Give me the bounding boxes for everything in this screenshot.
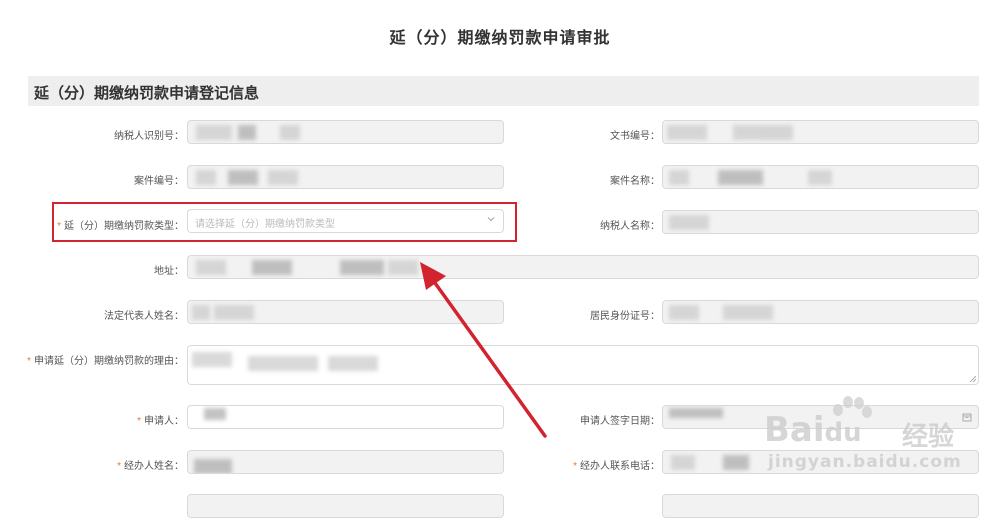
redacted-text [808, 170, 832, 185]
required-asterisk: * [573, 461, 577, 472]
redacted-text [733, 125, 793, 140]
redacted-text [252, 260, 292, 275]
redacted-text [194, 459, 232, 473]
taxpayer-name-field[interactable] [662, 210, 979, 234]
redacted-text [248, 356, 318, 371]
handler-name-label: * 经办人姓名： [117, 457, 184, 472]
redacted-text [718, 170, 763, 185]
redacted-text [228, 170, 258, 185]
case-no-field[interactable] [187, 165, 504, 189]
reason-textarea[interactable] [187, 345, 979, 385]
handler-phone-label: * 经办人联系电话： [573, 457, 660, 472]
reason-label: * 申请延（分）期缴纳罚款的理由： [27, 352, 184, 367]
applicant-label: * 申请人： [137, 412, 184, 427]
section-title: 延（分）期缴纳罚款申请登记信息 [34, 85, 260, 102]
reason-label-text: 申请延（分）期缴纳罚款的理由： [34, 356, 184, 367]
legal-rep-field[interactable] [187, 300, 504, 324]
taxpayer-id-label: 纳税人识别号： [114, 131, 184, 142]
redacted-text [671, 455, 695, 470]
resize-handle-icon[interactable] [969, 375, 976, 382]
redacted-text [669, 305, 699, 320]
redacted-text [723, 305, 773, 320]
case-no-label: 案件编号： [134, 176, 184, 187]
document-no-field[interactable] [662, 120, 979, 144]
applicant-field[interactable] [187, 405, 504, 429]
legal-rep-label: 法定代表人姓名： [104, 311, 184, 322]
handler-name-field[interactable] [187, 450, 504, 474]
redacted-text [388, 260, 418, 275]
section-header: 延（分）期缴纳罚款申请登记信息 [28, 76, 979, 106]
case-name-label: 案件名称： [610, 176, 660, 187]
resident-id-field[interactable] [662, 300, 979, 324]
watermark-url: jingyan.baidu.com [768, 452, 962, 472]
redacted-text [204, 408, 226, 420]
redacted-text [669, 215, 709, 230]
redacted-text [328, 356, 378, 371]
redacted-text [238, 125, 256, 140]
handler-name-label-text: 经办人姓名： [124, 461, 184, 472]
redacted-text [669, 408, 723, 418]
redacted-text [192, 305, 210, 320]
partial-field[interactable] [662, 494, 979, 518]
partial-field[interactable] [187, 494, 504, 518]
redacted-text [268, 170, 298, 185]
address-field[interactable] [187, 255, 979, 279]
redacted-text [723, 455, 749, 470]
watermark-brand: Baidu [764, 410, 862, 450]
redacted-text [214, 305, 254, 320]
document-no-label: 文书编号： [610, 131, 660, 142]
page-title: 延（分）期缴纳罚款申请审批 [389, 30, 611, 47]
address-label: 地址： [154, 266, 184, 277]
redacted-text [192, 352, 232, 367]
taxpayer-id-field[interactable] [187, 120, 504, 144]
redacted-text [340, 260, 384, 275]
watermark-cn: 经验 [902, 422, 955, 452]
redacted-text [667, 125, 707, 140]
highlight-box [52, 202, 517, 242]
applicant-sign-date-label: 申请人签字日期： [580, 416, 660, 427]
case-name-field[interactable] [662, 165, 979, 189]
required-asterisk: * [117, 461, 121, 472]
handler-phone-label-text: 经办人联系电话： [580, 461, 660, 472]
resident-id-label: 居民身份证号： [590, 311, 660, 322]
applicant-label-text: 申请人： [144, 416, 184, 427]
redacted-text [196, 125, 232, 140]
required-asterisk: * [27, 356, 31, 367]
redacted-text [280, 125, 300, 140]
baidu-jingyan-watermark: Baidu 经验 jingyan.baidu.com [760, 394, 990, 489]
redacted-text [669, 170, 689, 185]
redacted-text [196, 170, 216, 185]
required-asterisk: * [137, 416, 141, 427]
taxpayer-name-label: 纳税人名称： [600, 221, 660, 232]
redacted-text [196, 260, 226, 275]
